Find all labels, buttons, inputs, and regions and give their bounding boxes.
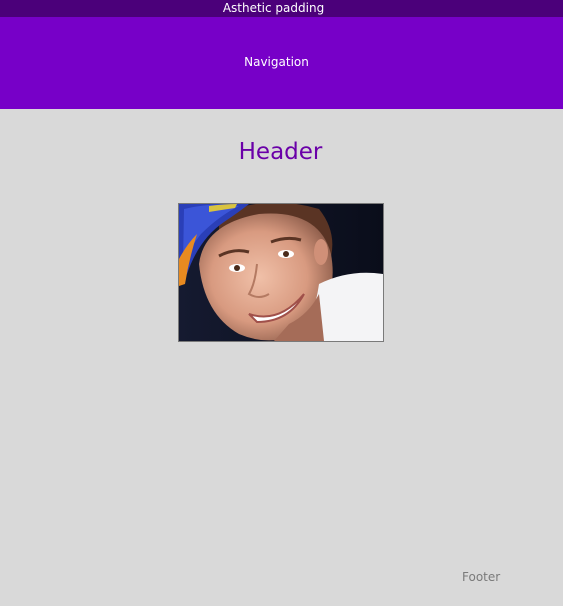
portrait-image xyxy=(179,204,383,341)
page-header-title: Header xyxy=(238,139,323,165)
footer-text: Footer xyxy=(462,570,501,584)
aesthetic-padding-label: Asthetic padding xyxy=(222,1,325,15)
navigation-bar[interactable]: Navigation xyxy=(0,17,563,109)
portrait-photo xyxy=(178,203,384,342)
aesthetic-padding-bar: Asthetic padding xyxy=(0,0,563,17)
navigation-label[interactable]: Navigation xyxy=(0,55,553,69)
